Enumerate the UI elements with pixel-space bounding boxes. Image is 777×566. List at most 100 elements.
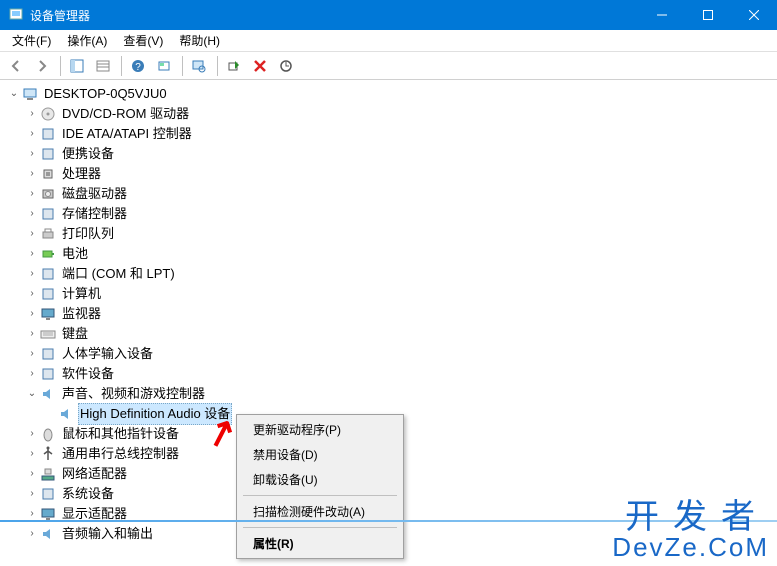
tree-node[interactable]: › 电池 (2, 244, 775, 264)
tree-node-label[interactable]: DVD/CD-ROM 驱动器 (60, 104, 191, 124)
back-button[interactable] (4, 54, 28, 78)
mouse-icon (40, 426, 56, 442)
context-menu-item[interactable]: 禁用设备(D) (239, 442, 401, 467)
usb-icon (40, 446, 56, 462)
toolbar-separator (60, 56, 61, 76)
tree-node-label[interactable]: 监视器 (60, 304, 103, 324)
expander-icon[interactable]: › (24, 266, 40, 282)
tree-node-label[interactable]: DESKTOP-0Q5VJU0 (42, 84, 169, 104)
tree-node-label[interactable]: 处理器 (60, 164, 103, 184)
expander-icon[interactable]: › (24, 366, 40, 382)
expander-icon[interactable]: ⌄ (24, 386, 40, 402)
expander-icon[interactable]: › (24, 206, 40, 222)
expander-icon[interactable]: › (24, 526, 40, 542)
update-driver-button[interactable] (274, 54, 298, 78)
tree-node-label[interactable]: 声音、视频和游戏控制器 (60, 384, 207, 404)
tree-node-label[interactable]: 键盘 (60, 324, 90, 344)
svg-text:?: ? (135, 62, 141, 73)
speaker-icon (58, 406, 74, 422)
tree-node[interactable]: ⌄ 声音、视频和游戏控制器 (2, 384, 775, 404)
printer-icon (40, 226, 56, 242)
expander-icon[interactable]: › (24, 306, 40, 322)
properties-button[interactable] (91, 54, 115, 78)
tree-node-label[interactable]: 打印队列 (60, 224, 116, 244)
toolbar-separator (121, 56, 122, 76)
tree-node[interactable]: › 打印队列 (2, 224, 775, 244)
close-button[interactable] (731, 0, 777, 30)
window-title: 设备管理器 (30, 7, 639, 24)
tree-node[interactable]: › 便携设备 (2, 144, 775, 164)
tree-node[interactable]: › 计算机 (2, 284, 775, 304)
expander-icon[interactable]: › (24, 146, 40, 162)
tree-node-label[interactable]: 便携设备 (60, 144, 116, 164)
tree-node[interactable]: › DVD/CD-ROM 驱动器 (2, 104, 775, 124)
keyboard-icon (40, 326, 56, 342)
expander-icon[interactable]: › (24, 486, 40, 502)
tree-node[interactable]: › 存储控制器 (2, 204, 775, 224)
tree-node[interactable]: › 端口 (COM 和 LPT) (2, 264, 775, 284)
tree-node-label[interactable]: 存储控制器 (60, 204, 129, 224)
tree-node-label[interactable]: 计算机 (60, 284, 103, 304)
expander-icon[interactable]: › (24, 426, 40, 442)
expander-icon[interactable]: › (24, 446, 40, 462)
enable-device-button[interactable] (222, 54, 246, 78)
tree-node[interactable]: ⌄ DESKTOP-0Q5VJU0 (2, 84, 775, 104)
expander-icon[interactable]: › (24, 106, 40, 122)
expander-icon[interactable]: › (24, 126, 40, 142)
expander-icon[interactable]: › (24, 226, 40, 242)
menu-action[interactable]: 操作(A) (59, 30, 115, 51)
tree-node-label[interactable]: 电池 (60, 244, 90, 264)
tree-node-label[interactable]: 通用串行总线控制器 (60, 444, 181, 464)
expander-icon[interactable]: › (24, 186, 40, 202)
menu-file[interactable]: 文件(F) (4, 30, 59, 51)
context-menu-item[interactable]: 卸载设备(U) (239, 467, 401, 492)
tree-node-label[interactable]: 系统设备 (60, 484, 116, 504)
context-menu-item[interactable]: 更新驱动程序(P) (239, 417, 401, 442)
tree-node-label[interactable]: High Definition Audio 设备 (78, 403, 232, 425)
tree-node[interactable]: › 磁盘驱动器 (2, 184, 775, 204)
computer-icon (22, 86, 38, 102)
context-separator (243, 527, 397, 528)
toolbar: ? (0, 52, 777, 80)
menu-help[interactable]: 帮助(H) (171, 30, 228, 51)
portable-icon (40, 146, 56, 162)
refresh-button[interactable] (152, 54, 176, 78)
minimize-button[interactable] (639, 0, 685, 30)
expander-icon[interactable]: › (24, 466, 40, 482)
disk-icon (40, 186, 56, 202)
maximize-button[interactable] (685, 0, 731, 30)
tree-node[interactable]: › 监视器 (2, 304, 775, 324)
battery-icon (40, 246, 56, 262)
expander-icon[interactable]: › (24, 166, 40, 182)
expander-icon[interactable]: › (24, 246, 40, 262)
tree-node-label[interactable]: 网络适配器 (60, 464, 129, 484)
tree-node[interactable]: › 人体学输入设备 (2, 344, 775, 364)
menu-view[interactable]: 查看(V) (115, 30, 171, 51)
expander-icon[interactable]: › (24, 326, 40, 342)
help-button[interactable]: ? (126, 54, 150, 78)
forward-button[interactable] (30, 54, 54, 78)
tree-node-label[interactable]: 鼠标和其他指针设备 (60, 424, 181, 444)
tree-node[interactable]: › 处理器 (2, 164, 775, 184)
context-menu: 更新驱动程序(P)禁用设备(D)卸载设备(U)扫描检测硬件改动(A)属性(R) (236, 414, 404, 559)
tree-node-label[interactable]: 人体学输入设备 (60, 344, 155, 364)
tree-node-label[interactable]: 端口 (COM 和 LPT) (60, 264, 177, 284)
tree-node-label[interactable]: 软件设备 (60, 364, 116, 384)
tree-node-label[interactable]: 磁盘驱动器 (60, 184, 129, 204)
scan-hardware-button[interactable] (187, 54, 211, 78)
tree-node-label[interactable]: IDE ATA/ATAPI 控制器 (60, 124, 194, 144)
tree-node[interactable]: › IDE ATA/ATAPI 控制器 (2, 124, 775, 144)
audio-icon (40, 386, 56, 402)
expander-icon[interactable]: › (24, 346, 40, 362)
expander-icon[interactable]: › (24, 286, 40, 302)
context-menu-item[interactable]: 属性(R) (239, 531, 401, 556)
expander-icon[interactable]: ⌄ (6, 86, 22, 102)
expander-icon[interactable] (42, 406, 58, 422)
titlebar: 设备管理器 (0, 0, 777, 30)
tree-node[interactable]: › 软件设备 (2, 364, 775, 384)
show-hide-tree-button[interactable] (65, 54, 89, 78)
cpu-icon (40, 166, 56, 182)
tree-node-label[interactable]: 音频输入和输出 (60, 524, 155, 544)
uninstall-device-button[interactable] (248, 54, 272, 78)
tree-node[interactable]: › 键盘 (2, 324, 775, 344)
